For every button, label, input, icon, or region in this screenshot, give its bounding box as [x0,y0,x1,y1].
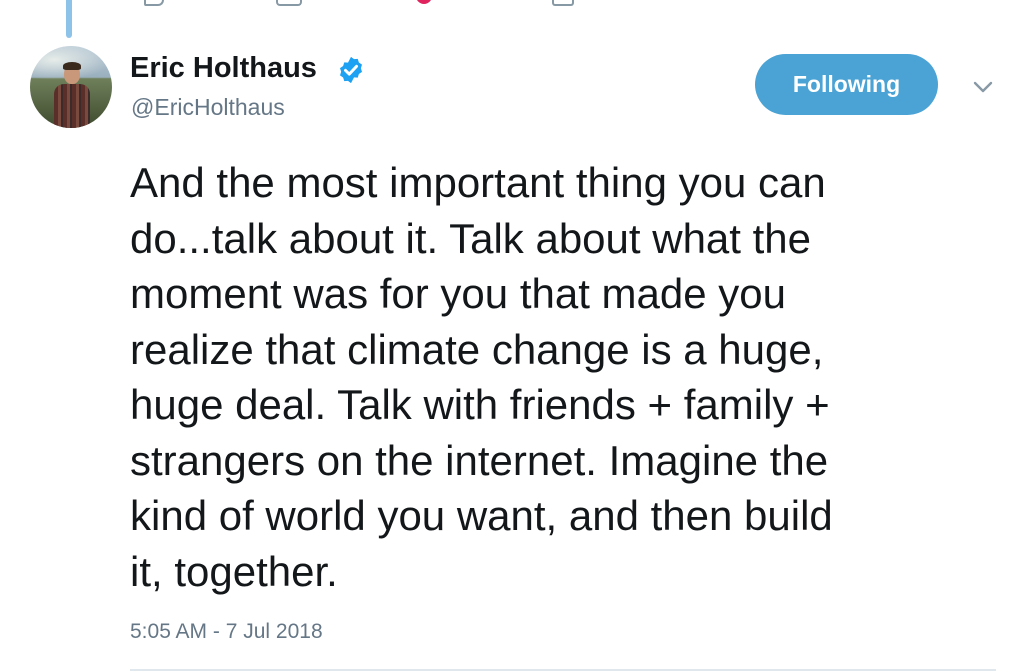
like-icon[interactable] [416,0,432,4]
verified-badge-icon [340,56,362,84]
tweet-text-line: do...talk about it. Talk about what the [130,214,812,262]
author-handle[interactable]: @EricHolthaus [131,94,285,121]
tweet-timestamp[interactable]: 5:05 AM - 7 Jul 2018 [130,620,323,644]
following-button-label: Following [792,71,901,97]
tweet-text-line: strangers on the internet. Imagine the [130,436,829,484]
thread-connector-line [66,0,72,38]
tweet-text-line: kind of world you want, and then build [130,492,833,539]
following-button[interactable]: Following [755,54,938,115]
tweet-text-line: it, together. [130,547,338,595]
direct-message-icon[interactable] [552,0,574,6]
tweet-text-line: moment was for you that made you [130,270,786,317]
chevron-down-icon[interactable] [968,74,998,100]
author-display-name[interactable]: Eric Holthaus [130,52,317,85]
avatar-person-hair [63,62,81,70]
avatar-person-body [54,84,90,128]
tweet-text-line: And the most important thing you can [130,159,826,206]
retweet-icon[interactable] [276,0,302,6]
tweet-text-line: huge deal. Talk with friends + family + [130,381,830,428]
tweet-text-line: realize that climate change is a huge, [130,325,824,373]
previous-tweet-actions [140,0,600,6]
avatar[interactable] [30,46,112,128]
reply-icon[interactable] [144,0,164,6]
divider [130,669,996,671]
tweet-text: And the most important thing you can do.… [130,155,990,599]
tweet-detail-view: Eric Holthaus @EricHolthaus Following An… [0,0,1024,672]
